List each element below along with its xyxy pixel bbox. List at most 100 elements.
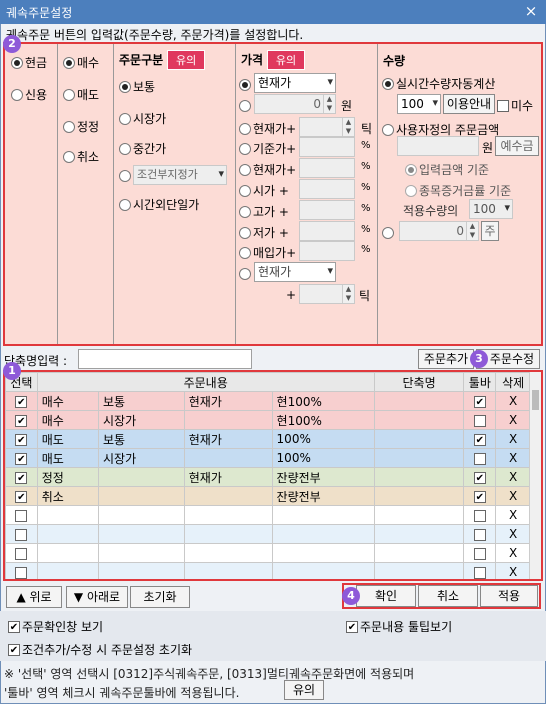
col-toolbar[interactable]: 툴바	[463, 372, 497, 392]
table-row[interactable]: X	[5, 524, 531, 544]
toolbar-cell[interactable]	[463, 448, 497, 468]
select-cell[interactable]	[5, 543, 38, 563]
order-type-radio-mid[interactable]: 중간가	[119, 140, 166, 157]
price-base-select[interactable]: 현재가	[254, 73, 336, 93]
price-offset-radio[interactable]: 매입가+	[239, 244, 296, 261]
price-radio-bottom[interactable]	[239, 266, 251, 280]
grid-scrollbar[interactable]	[529, 372, 541, 579]
select-checkbox[interactable]	[15, 566, 28, 579]
table-row[interactable]: ✔ 매수 보통 현재가 현100% ✔ X	[5, 391, 531, 411]
toolbar-cell[interactable]	[463, 562, 497, 579]
delete-button[interactable]: X	[495, 562, 531, 579]
delete-button[interactable]: X	[495, 543, 531, 563]
cancel-button[interactable]: 취소	[418, 585, 478, 607]
toolbar-checkbox[interactable]: ✔	[473, 395, 486, 408]
table-row[interactable]: ✔ 정정 현재가 잔량전부 ✔ X	[5, 467, 531, 487]
price-offset-input[interactable]: ▲ ▼	[299, 117, 355, 137]
confirm-button[interactable]: 확인	[356, 585, 416, 607]
select-checkbox[interactable]: ✔	[15, 414, 28, 427]
select-cell[interactable]: ✔	[5, 391, 38, 411]
price-offset-radio[interactable]: 현재가+	[239, 161, 296, 178]
move-down-button[interactable]: ▼ 아래로	[66, 586, 128, 608]
toolbar-checkbox[interactable]: ✔	[473, 471, 486, 484]
qty-radio-shares[interactable]	[382, 225, 394, 239]
price-offset-input[interactable]	[299, 200, 355, 220]
order-type-radio-conditional[interactable]	[119, 168, 131, 182]
table-row[interactable]: ✔ 매수 시장가 현100% X	[5, 410, 531, 430]
auto-qty-select[interactable]: 100	[397, 94, 441, 114]
move-up-button[interactable]: ▲ 위로	[6, 586, 62, 608]
select-cell[interactable]: ✔	[5, 486, 38, 506]
apply-button[interactable]: 적용	[480, 585, 538, 607]
qty-sub-radio-margin[interactable]: 종목증거금률 기준	[405, 182, 511, 199]
shares-unit-button[interactable]: 주	[481, 221, 499, 241]
table-row[interactable]: ✔ 취소 잔량전부 ✔ X	[5, 486, 531, 506]
price-offset-input[interactable]	[299, 137, 355, 157]
side-radio-cancel[interactable]: 취소	[63, 148, 99, 165]
select-checkbox[interactable]	[15, 547, 28, 560]
footnote-notice-button[interactable]: 유의	[284, 680, 324, 700]
table-row[interactable]: ✔ 매도 시장가 100% X	[5, 448, 531, 468]
account-radio-cash[interactable]: 현금	[11, 54, 47, 71]
toolbar-checkbox[interactable]	[473, 528, 486, 541]
price-offset-radio[interactable]: 저가 +	[239, 224, 289, 241]
price-offset-radio[interactable]: 기준가+	[239, 140, 296, 157]
delete-button[interactable]: X	[495, 524, 531, 544]
spinner-icon[interactable]: ▲ ▼	[466, 222, 478, 240]
account-radio-credit[interactable]: 신용	[11, 86, 47, 103]
price-offset-input[interactable]	[299, 241, 355, 261]
usage-guide-button[interactable]: 이용안내	[443, 94, 495, 114]
side-radio-sell[interactable]: 매도	[63, 86, 99, 103]
toolbar-checkbox[interactable]	[473, 452, 486, 465]
price-notice-button[interactable]: 유의	[266, 50, 306, 70]
confirm-window-checkbox[interactable]: ✔ 주문확인창 보기	[8, 618, 103, 635]
price-offset-input[interactable]	[299, 158, 355, 178]
price-offset-input[interactable]	[299, 221, 355, 241]
select-cell[interactable]: ✔	[5, 429, 38, 449]
select-cell[interactable]	[5, 524, 38, 544]
qty-sub-radio-input[interactable]: 입력금액 기준	[405, 161, 489, 178]
spinner-icon[interactable]: ▲ ▼	[342, 285, 354, 303]
select-checkbox[interactable]: ✔	[15, 471, 28, 484]
delete-button[interactable]: X	[495, 467, 531, 487]
custom-amount-input[interactable]	[397, 136, 479, 156]
price-radio-select[interactable]	[239, 77, 251, 91]
select-cell[interactable]	[5, 505, 38, 525]
toolbar-checkbox[interactable]: ✔	[473, 433, 486, 446]
col-delete[interactable]: 삭제	[495, 372, 531, 392]
toolbar-checkbox[interactable]	[473, 414, 486, 427]
order-type-radio-normal[interactable]: 보통	[119, 78, 155, 95]
delete-button[interactable]: X	[495, 391, 531, 411]
select-cell[interactable]	[5, 562, 38, 579]
side-radio-buy[interactable]: 매수	[63, 54, 99, 71]
reset-button[interactable]: 초기화	[130, 586, 190, 608]
delete-button[interactable]: X	[495, 429, 531, 449]
price-offset-radio[interactable]: 고가 +	[239, 203, 289, 220]
spinner-icon[interactable]: ▲ ▼	[342, 118, 354, 136]
add-order-button[interactable]: 주문추가	[418, 349, 474, 369]
toolbar-checkbox[interactable]	[473, 509, 486, 522]
bottom-tick-input[interactable]: ▲ ▼	[299, 284, 355, 304]
select-cell[interactable]: ✔	[5, 467, 38, 487]
col-content[interactable]: 주문내용	[36, 372, 375, 392]
shortname-input[interactable]	[78, 349, 252, 369]
toolbar-checkbox[interactable]: ✔	[473, 490, 486, 503]
toolbar-cell[interactable]	[463, 524, 497, 544]
table-row[interactable]: ✔ 매도 보통 현재가 100% ✔ X	[5, 429, 531, 449]
toolbar-cell[interactable]	[463, 410, 497, 430]
select-checkbox[interactable]: ✔	[15, 490, 28, 503]
side-radio-modify[interactable]: 정정	[63, 118, 99, 135]
misu-checkbox[interactable]: 미수	[497, 97, 533, 114]
delete-button[interactable]: X	[495, 505, 531, 525]
toolbar-cell[interactable]: ✔	[463, 391, 497, 411]
toolbar-cell[interactable]: ✔	[463, 467, 497, 487]
tooltip-checkbox[interactable]: ✔ 주문내용 툴팁보기	[346, 618, 452, 635]
select-cell[interactable]: ✔	[5, 448, 38, 468]
table-row[interactable]: X	[5, 543, 531, 563]
price-offset-input[interactable]	[299, 179, 355, 199]
toolbar-checkbox[interactable]	[473, 547, 486, 560]
select-checkbox[interactable]: ✔	[15, 433, 28, 446]
fixed-price-input[interactable]: 0 ▲ ▼	[254, 94, 336, 114]
price-offset-radio[interactable]: 현재가+	[239, 120, 296, 137]
toolbar-cell[interactable]: ✔	[463, 429, 497, 449]
